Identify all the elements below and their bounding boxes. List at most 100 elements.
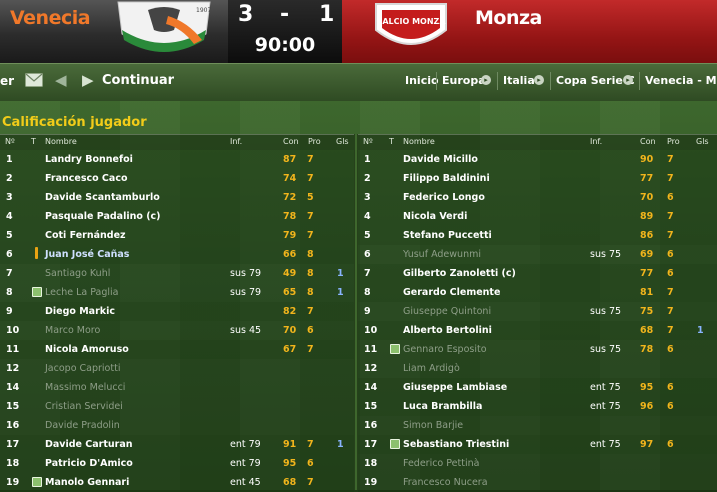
- player-row[interactable]: 3 Davide Scantamburlo 72 5: [0, 188, 354, 207]
- column-header-con[interactable]: Con: [283, 137, 299, 146]
- mail-icon[interactable]: [25, 73, 43, 87]
- player-row[interactable]: 18 Patricio D'Amico ent 79 95 6: [0, 454, 354, 473]
- player-row[interactable]: 8 Gerardo Clemente 81 7: [358, 283, 717, 302]
- column-header-inf[interactable]: Inf.: [590, 137, 602, 146]
- player-name[interactable]: Davide Micillo: [403, 154, 478, 165]
- player-name[interactable]: Yusuf Adewunmi: [403, 249, 481, 260]
- player-row[interactable]: 2 Filippo Baldinini 77 7: [358, 169, 717, 188]
- player-row[interactable]: 16 Davide Pradolin: [0, 416, 354, 435]
- player-name[interactable]: Liam Ardigò: [403, 363, 460, 374]
- breadcrumb-inicio[interactable]: Inicio: [405, 74, 439, 87]
- player-row[interactable]: 17 Davide Carturan ent 79 91 7 1: [0, 435, 354, 454]
- player-row[interactable]: 4 Nicola Verdi 89 7: [358, 207, 717, 226]
- player-row[interactable]: 5 Stefano Puccetti 86 7: [358, 226, 717, 245]
- player-name[interactable]: Giuseppe Lambiase: [403, 382, 507, 393]
- column-header-name[interactable]: Nombre: [45, 137, 77, 146]
- player-row[interactable]: 10 Marco Moro sus 45 70 6: [0, 321, 354, 340]
- player-name[interactable]: Federico Longo: [403, 192, 485, 203]
- player-row[interactable]: 11 Nicola Amoruso 67 7: [0, 340, 354, 359]
- column-header-num[interactable]: Nº: [363, 137, 373, 146]
- player-row[interactable]: 12 Liam Ardigò: [358, 359, 717, 378]
- home-team-name[interactable]: Venecia: [10, 7, 91, 29]
- breadcrumb-dropdown-icon[interactable]: ▸: [623, 75, 633, 85]
- player-name[interactable]: Massimo Melucci: [45, 382, 125, 393]
- player-name[interactable]: Landry Bonnefoi: [45, 154, 133, 165]
- player-name[interactable]: Simon Barjie: [403, 420, 463, 431]
- player-name[interactable]: Filippo Baldinini: [403, 173, 490, 184]
- player-name[interactable]: Patricio D'Amico: [45, 458, 133, 469]
- player-name[interactable]: Federico Pettinà: [403, 458, 479, 469]
- player-row[interactable]: 10 Alberto Bertolini 68 7 1: [358, 321, 717, 340]
- nav-edge-text[interactable]: er: [0, 74, 14, 88]
- player-name[interactable]: Gilberto Zanoletti (c): [403, 268, 516, 279]
- player-row[interactable]: 5 Coti Fernández 79 7: [0, 226, 354, 245]
- breadcrumb-dropdown-icon[interactable]: ▸: [481, 75, 491, 85]
- player-name[interactable]: Diego Markic: [45, 306, 115, 317]
- player-row[interactable]: 15 Luca Brambilla ent 75 96 6: [358, 397, 717, 416]
- player-name[interactable]: Francesco Nucera: [403, 477, 488, 488]
- column-header-con[interactable]: Con: [640, 137, 656, 146]
- away-team-name[interactable]: Monza: [475, 7, 542, 29]
- player-name[interactable]: Davide Carturan: [45, 439, 133, 450]
- column-header-gls[interactable]: Gls: [336, 137, 349, 146]
- back-arrow-icon[interactable]: ◀: [55, 71, 67, 89]
- player-row[interactable]: 18 Federico Pettinà: [358, 454, 717, 473]
- player-row[interactable]: 9 Diego Markic 82 7: [0, 302, 354, 321]
- player-row[interactable]: 1 Landry Bonnefoi 87 7: [0, 150, 354, 169]
- player-row[interactable]: 3 Federico Longo 70 6: [358, 188, 717, 207]
- breadcrumb-dropdown-icon[interactable]: ▸: [534, 75, 544, 85]
- player-name[interactable]: Alberto Bertolini: [403, 325, 492, 336]
- player-row[interactable]: 1 Davide Micillo 90 7: [358, 150, 717, 169]
- player-row[interactable]: 14 Giuseppe Lambiase ent 75 95 6: [358, 378, 717, 397]
- player-name[interactable]: Gennaro Esposito: [403, 344, 487, 355]
- player-name[interactable]: Gerardo Clemente: [403, 287, 500, 298]
- player-row[interactable]: 4 Pasquale Padalino (c) 78 7: [0, 207, 354, 226]
- player-row[interactable]: 8 Leche La Paglia sus 79 65 8 1: [0, 283, 354, 302]
- player-row[interactable]: 6 Yusuf Adewunmi sus 75 69 6: [358, 245, 717, 264]
- player-name[interactable]: Pasquale Padalino (c): [45, 211, 161, 222]
- player-row[interactable]: 7 Santiago Kuhl sus 79 49 8 1: [0, 264, 354, 283]
- player-name[interactable]: Coti Fernández: [45, 230, 126, 241]
- breadcrumb-italia[interactable]: Italia: [503, 74, 535, 87]
- player-name[interactable]: Stefano Puccetti: [403, 230, 492, 241]
- player-name[interactable]: Cristian Servidei: [45, 401, 123, 412]
- player-name[interactable]: Nicola Verdi: [403, 211, 467, 222]
- player-row[interactable]: 19 Francesco Nucera: [358, 473, 717, 492]
- player-name[interactable]: Jacopo Capriotti: [45, 363, 120, 374]
- column-header-t[interactable]: T: [389, 137, 394, 146]
- player-row[interactable]: 12 Jacopo Capriotti: [0, 359, 354, 378]
- player-name[interactable]: Manolo Gennari: [45, 477, 129, 488]
- player-row[interactable]: 16 Simon Barjie: [358, 416, 717, 435]
- player-name[interactable]: Davide Pradolin: [45, 420, 120, 431]
- player-name[interactable]: Luca Brambilla: [403, 401, 482, 412]
- breadcrumb-match[interactable]: Venecia - Monza: [645, 74, 717, 87]
- column-header-pro[interactable]: Pro: [667, 137, 680, 146]
- player-row[interactable]: 9 Giuseppe Quintoni sus 75 75 7: [358, 302, 717, 321]
- player-name[interactable]: Santiago Kuhl: [45, 268, 110, 279]
- player-name[interactable]: Leche La Paglia: [45, 287, 118, 298]
- player-row[interactable]: 15 Cristian Servidei: [0, 397, 354, 416]
- player-name[interactable]: Juan José Cañas: [45, 249, 129, 260]
- column-header-pro[interactable]: Pro: [308, 137, 321, 146]
- column-header-gls[interactable]: Gls: [696, 137, 709, 146]
- player-row[interactable]: 2 Francesco Caco 74 7: [0, 169, 354, 188]
- forward-arrow-icon[interactable]: ▶: [82, 71, 94, 89]
- continue-button[interactable]: Continuar: [102, 73, 174, 88]
- player-name[interactable]: Sebastiano Triestini: [403, 439, 509, 450]
- player-row[interactable]: 7 Gilberto Zanoletti (c) 77 6: [358, 264, 717, 283]
- column-header-name[interactable]: Nombre: [403, 137, 435, 146]
- player-row[interactable]: 11 Gennaro Esposito sus 75 78 6: [358, 340, 717, 359]
- player-row[interactable]: 17 Sebastiano Triestini ent 75 97 6: [358, 435, 717, 454]
- player-name[interactable]: Davide Scantamburlo: [45, 192, 160, 203]
- breadcrumb-europa[interactable]: Europa: [442, 74, 486, 87]
- player-row[interactable]: 14 Massimo Melucci: [0, 378, 354, 397]
- player-row[interactable]: 19 Manolo Gennari ent 45 68 7: [0, 473, 354, 492]
- column-header-num[interactable]: Nº: [5, 137, 15, 146]
- player-row[interactable]: 6 Juan José Cañas 66 8: [0, 245, 354, 264]
- player-name[interactable]: Francesco Caco: [45, 173, 127, 184]
- player-name[interactable]: Marco Moro: [45, 325, 100, 336]
- player-name[interactable]: Giuseppe Quintoni: [403, 306, 491, 317]
- column-header-inf[interactable]: Inf.: [230, 137, 242, 146]
- column-header-t[interactable]: T: [31, 137, 36, 146]
- player-name[interactable]: Nicola Amoruso: [45, 344, 129, 355]
